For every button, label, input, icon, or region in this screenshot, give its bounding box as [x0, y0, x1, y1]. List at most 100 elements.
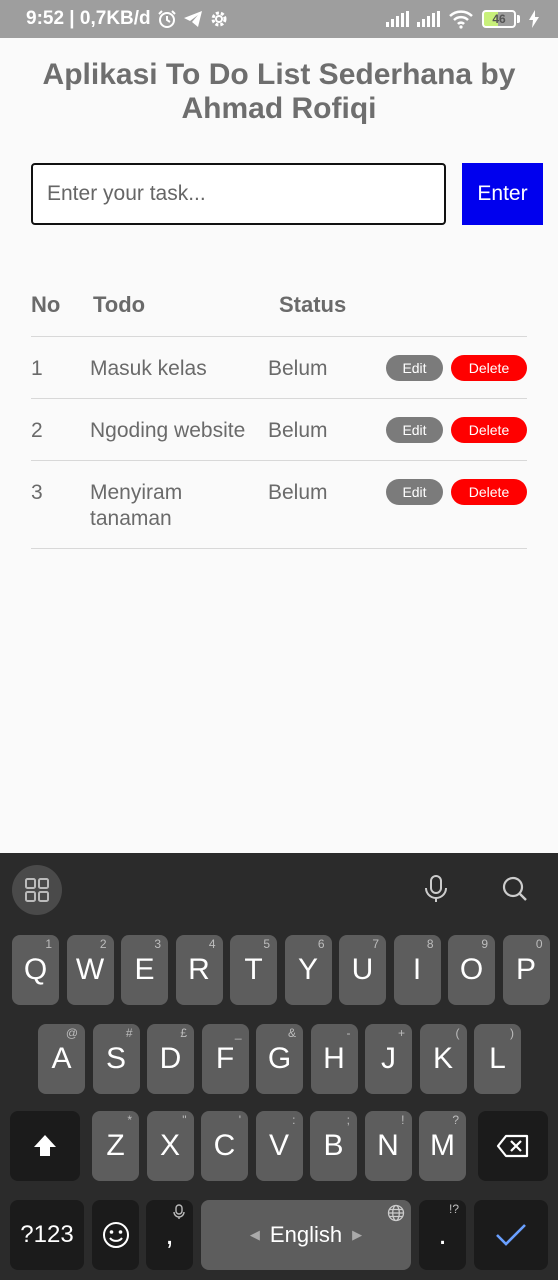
enter-button[interactable]: Enter — [462, 163, 543, 225]
key-y[interactable]: 6Y — [284, 935, 332, 1005]
key-hint: 3 — [154, 937, 161, 951]
key-label: , — [165, 1218, 174, 1251]
arrow-left-icon: ◀ — [249, 1227, 260, 1242]
key-hint: ? — [452, 1113, 459, 1127]
key-x[interactable]: " X — [146, 1111, 194, 1181]
column-header-todo: Todo — [93, 292, 146, 317]
key-d[interactable]: £ D — [147, 1024, 194, 1094]
key-f[interactable]: _ F — [201, 1024, 249, 1094]
keyboard-search-button[interactable] — [497, 871, 533, 907]
edit-button[interactable]: Edit — [386, 417, 443, 443]
key-label: V — [268, 1129, 289, 1162]
row-todo: Ngoding website — [90, 419, 246, 442]
key-u[interactable]: 7U — [339, 935, 386, 1005]
row-todo: Menyiram tanaman — [90, 481, 183, 530]
key-a[interactable]: @ A — [38, 1024, 85, 1094]
key-label: K — [432, 1042, 453, 1075]
table-divider — [31, 398, 527, 399]
key-m[interactable]: ? M — [419, 1111, 466, 1181]
key-label: O — [459, 953, 484, 986]
key-k[interactable]: (K — [419, 1024, 467, 1094]
status-time: 9:52 | 0,7KB/d — [26, 8, 151, 29]
symbols-key[interactable]: ?123 — [10, 1200, 84, 1270]
key-hint: 1 — [45, 937, 52, 951]
soft-keyboard: 1 Q 2 W 3 E 4 R 5 T 6 Y 7 U 8 I 9 O 0 P @ A # S £ D _ F & G - H + J(K) L * Z… — [0, 853, 558, 1280]
key-hint: " — [182, 1113, 187, 1127]
battery-level: 46 — [492, 12, 506, 26]
key-hint: 2 — [99, 937, 107, 951]
arrow-right-icon: ▶ — [352, 1227, 363, 1242]
key-label: P — [515, 953, 536, 986]
key-j[interactable]: + J — [365, 1024, 412, 1094]
delete-button[interactable]: Delete — [451, 417, 527, 443]
search-icon — [502, 876, 527, 901]
shift-key[interactable] — [10, 1111, 80, 1181]
done-key[interactable] — [474, 1200, 548, 1270]
settings-gear-icon — [211, 11, 227, 27]
space-key[interactable]: ◀ English ▶ — [201, 1200, 411, 1270]
key-s[interactable]: # S — [92, 1024, 140, 1094]
delete-button[interactable]: Delete — [451, 355, 527, 381]
key-label: S — [105, 1042, 126, 1075]
key-label: T — [244, 953, 263, 986]
emoji-icon — [102, 1222, 129, 1248]
key-o[interactable]: 9O — [448, 935, 495, 1005]
checkmark-icon — [496, 1224, 526, 1246]
charging-icon — [529, 10, 539, 28]
key-hint: # — [125, 1026, 133, 1040]
key-label: M — [430, 1129, 455, 1162]
key-v[interactable]: :V — [255, 1111, 303, 1181]
key-label: E — [134, 953, 155, 986]
backspace-key[interactable] — [478, 1111, 548, 1181]
key-c[interactable]: ' C — [201, 1111, 248, 1181]
key-label: H — [323, 1042, 345, 1075]
table-divider — [31, 548, 527, 549]
key-i[interactable]: 8I — [393, 935, 441, 1005]
comma-key[interactable]: , — [146, 1200, 193, 1270]
key-hint: £ — [180, 1026, 187, 1040]
key-label: W — [75, 953, 105, 986]
key-n[interactable]: ! N — [364, 1111, 412, 1181]
key-hint: @ — [65, 1026, 78, 1040]
key-label: . — [438, 1218, 447, 1251]
key-t[interactable]: 5T — [230, 935, 277, 1005]
key-hint: ' — [238, 1113, 241, 1127]
key-h[interactable]: -H — [310, 1024, 358, 1094]
key-p[interactable]: 0P — [502, 935, 550, 1005]
key-hint: !? — [448, 1202, 459, 1216]
key-hint: 5 — [263, 937, 270, 951]
period-key[interactable]: !?. — [419, 1200, 466, 1270]
key-label: U — [351, 953, 374, 986]
key-hint: ) — [510, 1026, 514, 1040]
telegram-icon — [183, 11, 202, 27]
key-label: Z — [106, 1129, 125, 1162]
edit-button[interactable]: Edit — [386, 479, 443, 505]
key-g[interactable]: & G — [256, 1024, 303, 1094]
keyboard-apps-button[interactable] — [12, 865, 62, 915]
mic-hint-icon — [173, 1204, 185, 1219]
key-hint: * — [127, 1113, 132, 1127]
key-r[interactable]: 4R — [175, 935, 223, 1005]
voice-input-button[interactable] — [418, 871, 454, 907]
key-label: X — [159, 1129, 180, 1162]
task-input[interactable] — [31, 163, 446, 225]
key-l[interactable]: ) L — [474, 1024, 521, 1094]
wifi-icon — [449, 10, 473, 29]
key-label: N — [377, 1129, 399, 1162]
table-divider — [31, 336, 527, 337]
backspace-icon — [496, 1134, 529, 1158]
delete-button[interactable]: Delete — [451, 479, 527, 505]
key-hint: + — [397, 1026, 405, 1040]
edit-button[interactable]: Edit — [386, 355, 443, 381]
key-label: R — [188, 953, 210, 986]
row-number: 2 — [31, 419, 43, 442]
key-z[interactable]: * Z — [92, 1111, 139, 1181]
key-hint: ( — [455, 1026, 460, 1040]
key-e[interactable]: 3E — [121, 935, 168, 1005]
table-divider — [31, 460, 527, 461]
emoji-key[interactable] — [92, 1200, 139, 1270]
key-q[interactable]: 1Q — [12, 935, 59, 1005]
column-header-status: Status — [279, 292, 347, 317]
key-b[interactable]: ; B — [310, 1111, 357, 1181]
key-w[interactable]: 2W — [66, 935, 114, 1005]
